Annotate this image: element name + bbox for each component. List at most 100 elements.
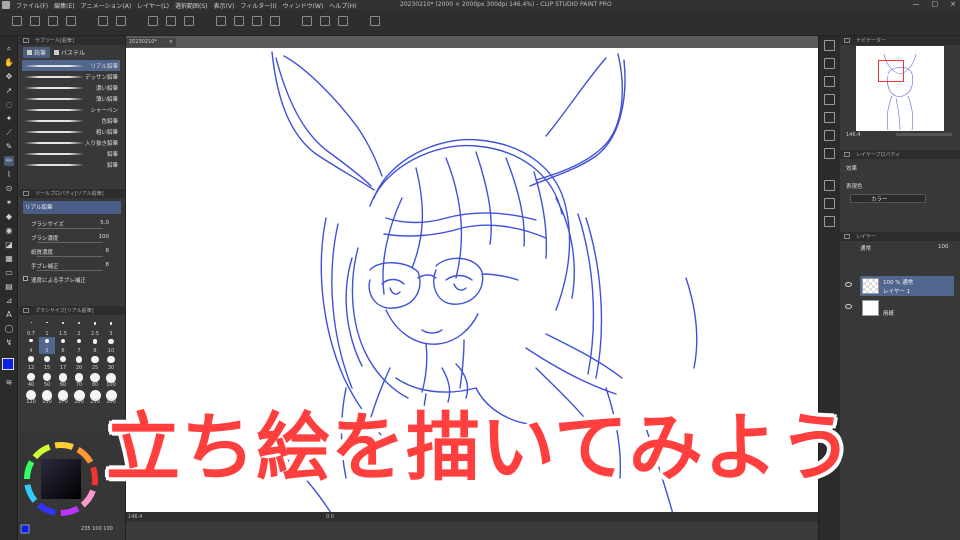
- airbrush-icon[interactable]: ⊙: [4, 184, 14, 194]
- status-zoom[interactable]: 146.4: [128, 514, 142, 520]
- property-value[interactable]: 8: [106, 262, 110, 268]
- sub-color-swatch[interactable]: [6, 344, 16, 354]
- history-tab-icon[interactable]: [824, 94, 835, 105]
- menu-selection[interactable]: 選択範囲(S): [172, 1, 211, 10]
- current-color-swatch[interactable]: [20, 524, 30, 534]
- clear-icon[interactable]: [148, 16, 158, 26]
- brush-size-preset[interactable]: 50: [39, 371, 55, 388]
- property-slider[interactable]: [37, 228, 103, 229]
- animation-tab-icon[interactable]: [824, 148, 835, 159]
- snap-special-icon[interactable]: [320, 16, 330, 26]
- eraser-icon[interactable]: ◆: [4, 212, 14, 222]
- brush-size-preset[interactable]: 6: [55, 337, 71, 354]
- layer-property-tab-icon[interactable]: [824, 180, 835, 191]
- lasso-icon[interactable]: ◌: [4, 100, 14, 110]
- brush-size-preset[interactable]: 2.5: [87, 320, 103, 337]
- help-icon[interactable]: [370, 16, 380, 26]
- text-icon[interactable]: A: [4, 310, 14, 320]
- snap-ruler-icon[interactable]: [302, 16, 312, 26]
- material-tab-icon[interactable]: [824, 76, 835, 87]
- layer-opacity[interactable]: 100: [938, 244, 949, 250]
- status-angle[interactable]: 0.0: [326, 514, 334, 520]
- redo-icon[interactable]: [116, 16, 126, 26]
- brush-size-preset[interactable]: 1: [39, 320, 55, 337]
- brush-size-preset[interactable]: 30: [103, 354, 119, 371]
- brush-size-preset[interactable]: 7: [71, 337, 87, 354]
- brush-size-preset[interactable]: 10: [103, 337, 119, 354]
- brush-item[interactable]: 色鉛筆: [22, 115, 120, 126]
- tool-property-row[interactable]: 紙質濃度 8: [23, 245, 121, 259]
- magic-wand-icon[interactable]: ✦: [4, 114, 14, 124]
- object-icon[interactable]: ➚: [4, 86, 14, 96]
- close-button[interactable]: ×: [950, 0, 956, 8]
- home-icon[interactable]: [12, 16, 22, 26]
- tool-property-row[interactable]: ブラシサイズ 5.0: [23, 217, 121, 231]
- brush-item[interactable]: 薄い鉛筆: [22, 93, 120, 104]
- clear-outside-icon[interactable]: [166, 16, 176, 26]
- express-color-select[interactable]: カラー: [850, 194, 926, 203]
- property-value[interactable]: 100: [99, 234, 110, 240]
- brush-size-preset[interactable]: 25: [87, 354, 103, 371]
- brush-size-preset[interactable]: 0.7: [23, 320, 39, 337]
- property-value[interactable]: 8: [106, 248, 110, 254]
- snap-grid-icon[interactable]: [338, 16, 348, 26]
- main-color-swatch[interactable]: [2, 358, 14, 370]
- brush-icon[interactable]: ⌇: [4, 170, 14, 180]
- brush-size-preset[interactable]: 8: [87, 337, 103, 354]
- undo-icon[interactable]: [98, 16, 108, 26]
- gradient-icon[interactable]: ▦: [4, 254, 14, 264]
- tool-property-row[interactable]: 速度による手ブレ補正: [23, 273, 121, 287]
- frame-icon[interactable]: ▤: [4, 282, 14, 292]
- menu-animation[interactable]: アニメーション(A): [78, 1, 135, 10]
- menu-layer[interactable]: レイヤー(L): [134, 1, 172, 10]
- navigator-zoom[interactable]: 146.4: [846, 132, 860, 138]
- open-icon[interactable]: [48, 16, 58, 26]
- eyedropper-icon[interactable]: ⟋: [4, 128, 14, 138]
- hand-icon[interactable]: ✋: [4, 58, 14, 68]
- brush-item[interactable]: 粗い鉛筆: [22, 126, 120, 137]
- item-bank-tab-icon[interactable]: [824, 216, 835, 227]
- brush-size-preset[interactable]: 2: [71, 320, 87, 337]
- tab-pastel[interactable]: パステル: [50, 47, 89, 58]
- save-icon[interactable]: [66, 16, 76, 26]
- deselect-icon[interactable]: [234, 16, 244, 26]
- brush-size-preset[interactable]: 80: [87, 371, 103, 388]
- brush-size-preset[interactable]: 3: [103, 320, 119, 337]
- auto-action-tab-icon[interactable]: [824, 198, 835, 209]
- menu-help[interactable]: ヘルプ(H): [326, 1, 359, 10]
- brush-size-preset[interactable]: 17: [55, 354, 71, 371]
- show-selection-icon[interactable]: [270, 16, 280, 26]
- property-slider[interactable]: [37, 242, 103, 243]
- ruler-icon[interactable]: ⊿: [4, 296, 14, 306]
- close-tab-icon[interactable]: ×: [169, 39, 173, 45]
- menu-file[interactable]: ファイル(F): [13, 1, 51, 10]
- new-file-icon[interactable]: [30, 16, 40, 26]
- property-slider[interactable]: [37, 256, 103, 257]
- layer-row[interactable]: 用紙: [845, 298, 954, 318]
- property-value[interactable]: 5.0: [100, 220, 109, 226]
- balloon-icon[interactable]: ◯: [4, 324, 14, 334]
- brush-size-preset[interactable]: 40: [23, 371, 39, 388]
- navigator-tab-icon[interactable]: [824, 40, 835, 51]
- brush-item[interactable]: 鉛筆: [22, 159, 120, 170]
- fill-icon[interactable]: [184, 16, 194, 26]
- decoration-icon[interactable]: ✶: [4, 198, 14, 208]
- minimize-button[interactable]: —: [913, 0, 920, 8]
- brush-item[interactable]: 入り抜き鉛筆: [22, 137, 120, 148]
- brush-size-preset[interactable]: 4: [23, 337, 39, 354]
- brush-item[interactable]: 鉛筆: [22, 148, 120, 159]
- brush-item[interactable]: リアル鉛筆: [22, 60, 120, 71]
- brush-item[interactable]: 濃い鉛筆: [22, 82, 120, 93]
- brush-size-preset[interactable]: 12: [23, 354, 39, 371]
- pencil-icon[interactable]: ✏: [4, 156, 14, 166]
- brush-item[interactable]: シャーペン: [22, 104, 120, 115]
- subview-tab-icon[interactable]: [824, 58, 835, 69]
- document-tab[interactable]: 20230210* ×: [126, 38, 176, 47]
- eye-icon[interactable]: [845, 304, 852, 309]
- navigator-preview[interactable]: [856, 46, 944, 131]
- move-icon[interactable]: ✥: [4, 72, 14, 82]
- transparent-color-icon[interactable]: ≋: [4, 378, 14, 388]
- fill-tool-icon[interactable]: ◪: [4, 240, 14, 250]
- menu-view[interactable]: 表示(V): [211, 1, 238, 10]
- figure-icon[interactable]: ▭: [4, 268, 14, 278]
